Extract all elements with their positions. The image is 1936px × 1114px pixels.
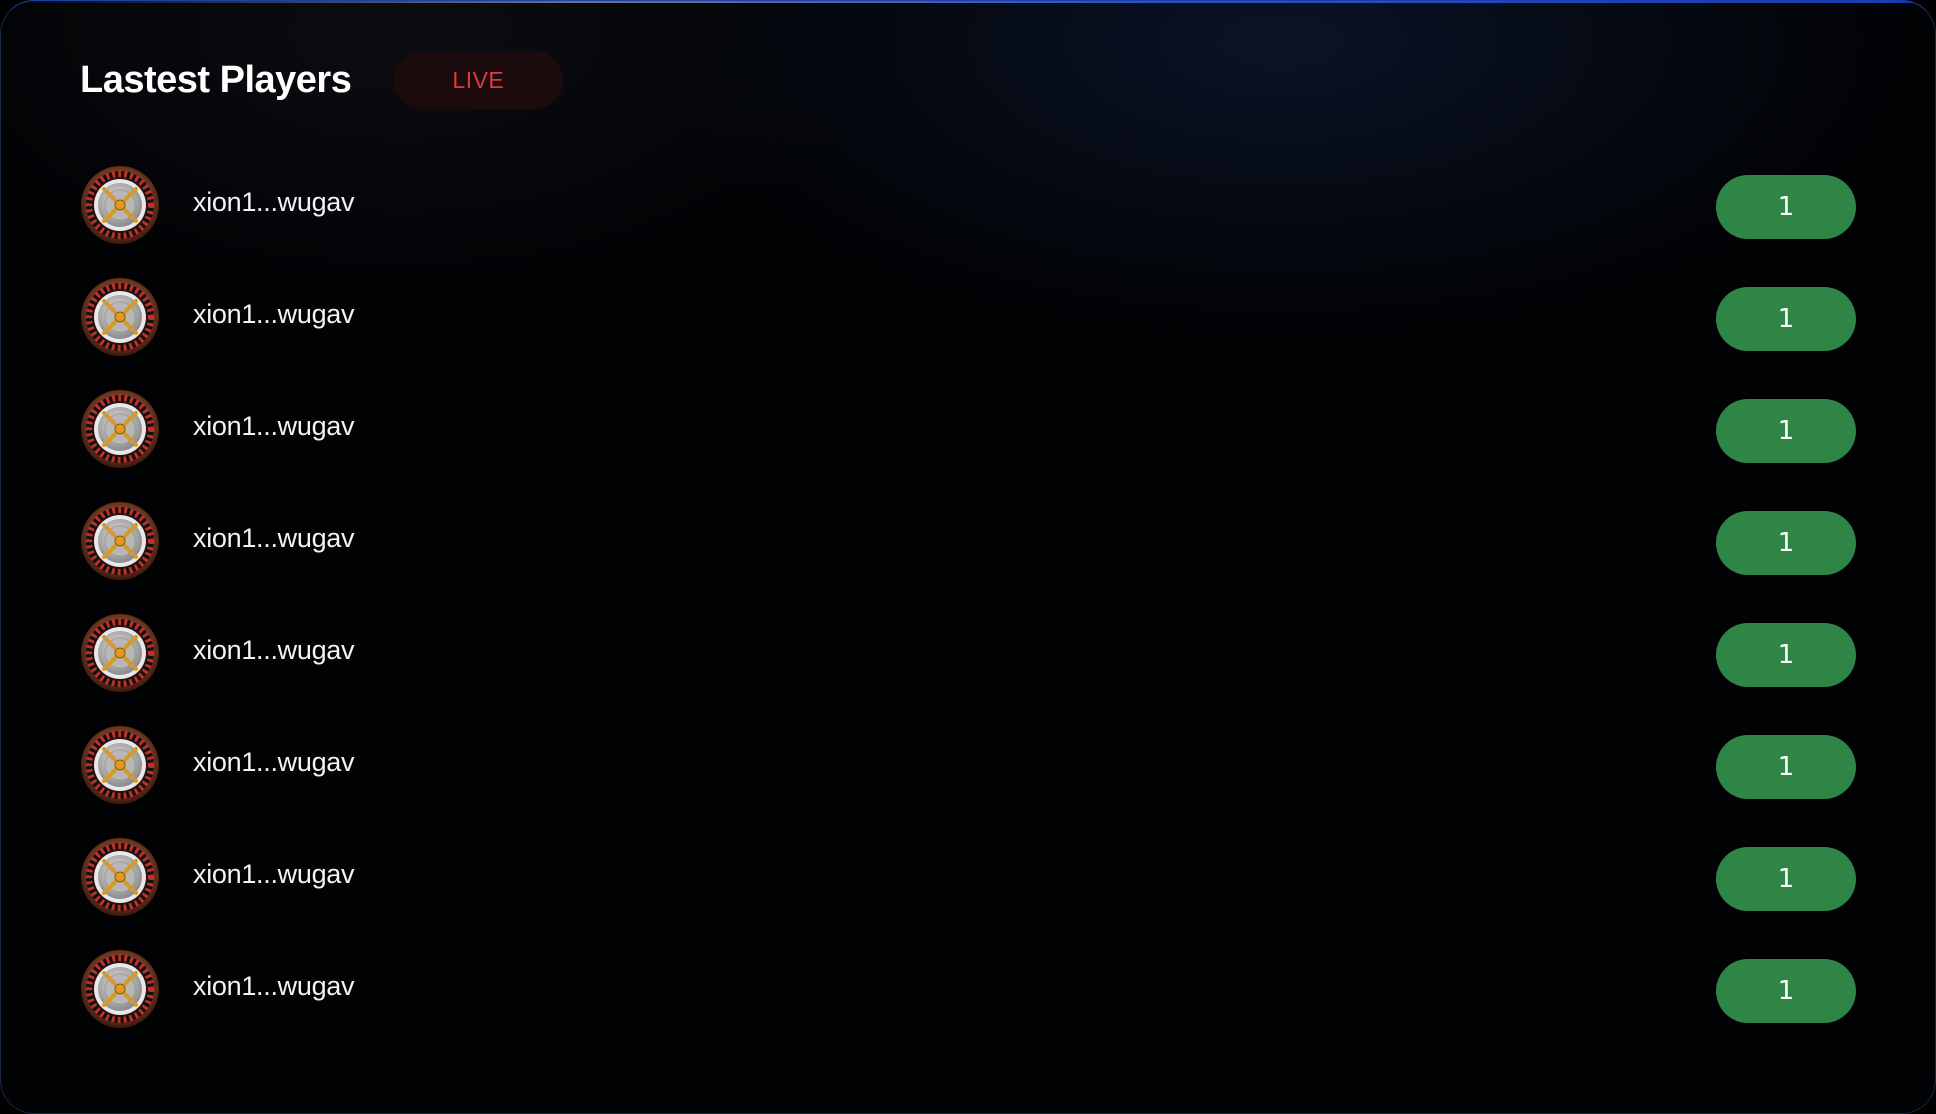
roulette-wheel-icon	[80, 837, 160, 917]
roulette-wheel-icon	[80, 613, 160, 693]
player-address: xion1...wugav	[193, 523, 355, 553]
player-row[interactable]: xion1...wugav 1	[80, 613, 1856, 725]
live-badge: LIVE	[393, 51, 564, 109]
roulette-wheel-icon	[80, 949, 160, 1029]
player-row[interactable]: xion1...wugav 1	[80, 725, 1856, 837]
player-value-badge: 1	[1716, 511, 1856, 575]
roulette-wheel-icon	[80, 389, 160, 469]
player-row[interactable]: xion1...wugav 1	[80, 949, 1856, 1061]
roulette-wheel-icon	[80, 277, 160, 357]
panel-header: Lastest Players LIVE	[80, 51, 564, 109]
player-address: xion1...wugav	[193, 859, 355, 889]
player-row[interactable]: xion1...wugav 1	[80, 837, 1856, 949]
panel-top-glow	[1, 1, 1935, 3]
player-address: xion1...wugav	[193, 747, 355, 777]
player-address: xion1...wugav	[193, 635, 355, 665]
player-row[interactable]: xion1...wugav 1	[80, 277, 1856, 389]
player-address: xion1...wugav	[193, 299, 355, 329]
player-address: xion1...wugav	[193, 187, 355, 217]
player-value-badge: 1	[1716, 287, 1856, 351]
player-value-badge: 1	[1716, 847, 1856, 911]
player-list: xion1...wugav 1 xion1...wugav 1 xion1...…	[80, 165, 1856, 1061]
player-row[interactable]: xion1...wugav 1	[80, 389, 1856, 501]
latest-players-panel: Lastest Players LIVE xion1...wugav 1 xio…	[0, 0, 1936, 1114]
player-row[interactable]: xion1...wugav 1	[80, 501, 1856, 613]
player-row[interactable]: xion1...wugav 1	[80, 165, 1856, 277]
player-address: xion1...wugav	[193, 971, 355, 1001]
roulette-wheel-icon	[80, 501, 160, 581]
panel-title: Lastest Players	[80, 58, 352, 101]
player-value-badge: 1	[1716, 959, 1856, 1023]
roulette-wheel-icon	[80, 165, 160, 245]
player-value-badge: 1	[1716, 735, 1856, 799]
player-value-badge: 1	[1716, 399, 1856, 463]
player-value-badge: 1	[1716, 623, 1856, 687]
player-value-badge: 1	[1716, 175, 1856, 239]
player-address: xion1...wugav	[193, 411, 355, 441]
roulette-wheel-icon	[80, 725, 160, 805]
